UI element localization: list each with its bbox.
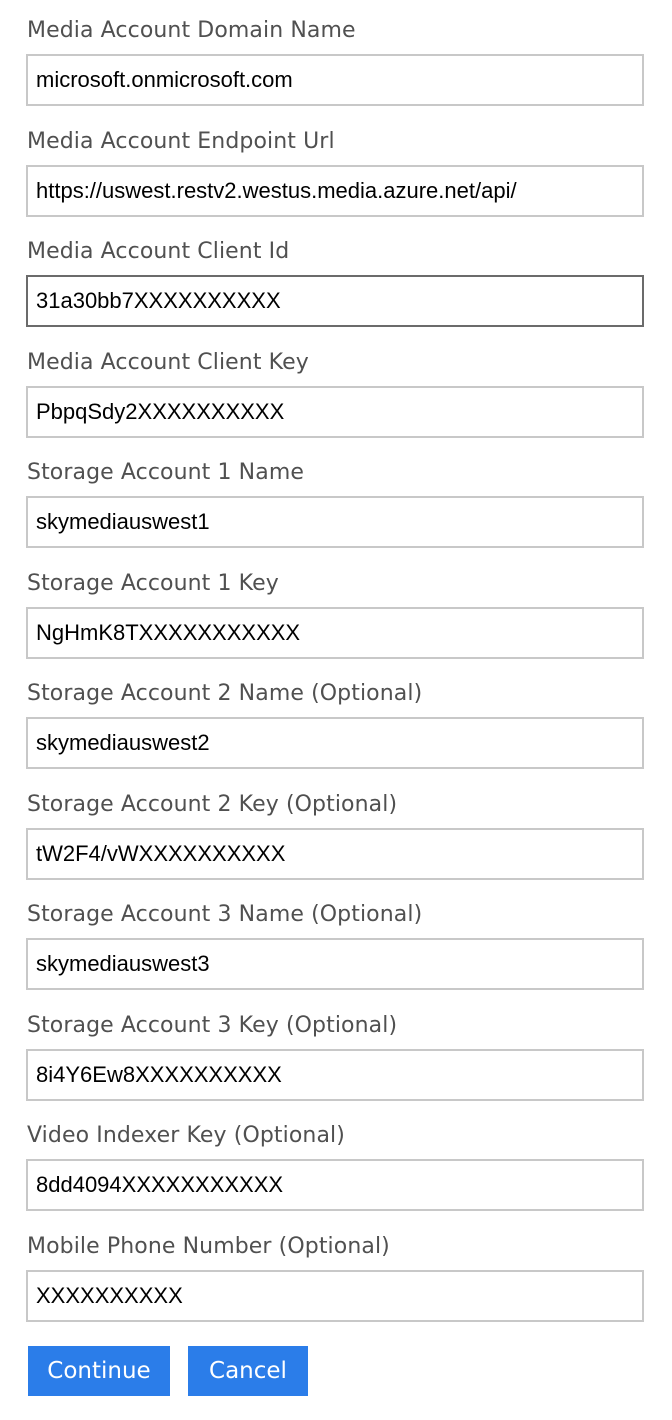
media-account-client-id-input[interactable]: [26, 275, 644, 327]
storage-account-3-key-field: Storage Account 3 Key (Optional): [26, 995, 644, 1106]
storage-account-1-name-input[interactable]: [26, 496, 644, 548]
mobile-phone-number-input[interactable]: [26, 1269, 644, 1322]
storage-account-1-name-field: Storage Account 1 Name: [26, 442, 644, 553]
storage-account-2-key-field: Storage Account 2 Key (Optional): [26, 774, 644, 885]
storage-account-2-name-field: Storage Account 2 Name (Optional): [26, 663, 644, 774]
media-account-domain-name-label: Media Account Domain Name: [27, 18, 356, 43]
media-account-client-key-input[interactable]: [26, 385, 644, 438]
storage-account-2-name-input[interactable]: [26, 717, 644, 769]
storage-account-2-name-label: Storage Account 2 Name (Optional): [27, 681, 423, 706]
storage-account-3-name-input[interactable]: [26, 938, 644, 990]
storage-account-3-key-label: Storage Account 3 Key (Optional): [27, 1012, 398, 1038]
cancel-button[interactable]: Cancel: [188, 1346, 308, 1396]
media-account-endpoint-url-label: Media Account Endpoint Url: [27, 128, 335, 154]
media-account-endpoint-url-field: Media Account Endpoint Url: [26, 111, 644, 222]
storage-account-2-key-label: Storage Account 2 Key (Optional): [27, 791, 398, 817]
continue-button[interactable]: Continue: [28, 1346, 170, 1396]
media-account-domain-name-input[interactable]: [26, 54, 644, 106]
storage-account-1-key-field: Storage Account 1 Key: [26, 553, 644, 664]
video-indexer-key-input[interactable]: [26, 1159, 644, 1211]
storage-account-3-key-input[interactable]: [26, 1048, 644, 1101]
storage-account-1-key-input[interactable]: [26, 606, 644, 659]
video-indexer-key-field: Video Indexer Key (Optional): [26, 1105, 644, 1216]
mobile-phone-number-label: Mobile Phone Number (Optional): [27, 1233, 390, 1259]
account-settings-form: Media Account Domain Name Media Account …: [26, 0, 644, 1326]
video-indexer-key-label: Video Indexer Key (Optional): [27, 1123, 345, 1148]
media-account-endpoint-url-input[interactable]: [26, 164, 644, 217]
media-account-client-id-label: Media Account Client Id: [27, 239, 290, 264]
storage-account-3-name-field: Storage Account 3 Name (Optional): [26, 884, 644, 995]
storage-account-1-key-label: Storage Account 1 Key: [27, 570, 279, 596]
media-account-client-key-field: Media Account Client Key: [26, 332, 644, 443]
media-account-client-id-field: Media Account Client Id: [26, 221, 644, 332]
mobile-phone-number-field: Mobile Phone Number (Optional): [26, 1216, 644, 1327]
storage-account-1-name-label: Storage Account 1 Name: [27, 460, 304, 485]
media-account-domain-name-field: Media Account Domain Name: [26, 0, 644, 111]
storage-account-2-key-input[interactable]: [26, 827, 644, 880]
storage-account-3-name-label: Storage Account 3 Name (Optional): [27, 902, 423, 927]
media-account-client-key-label: Media Account Client Key: [27, 349, 309, 375]
